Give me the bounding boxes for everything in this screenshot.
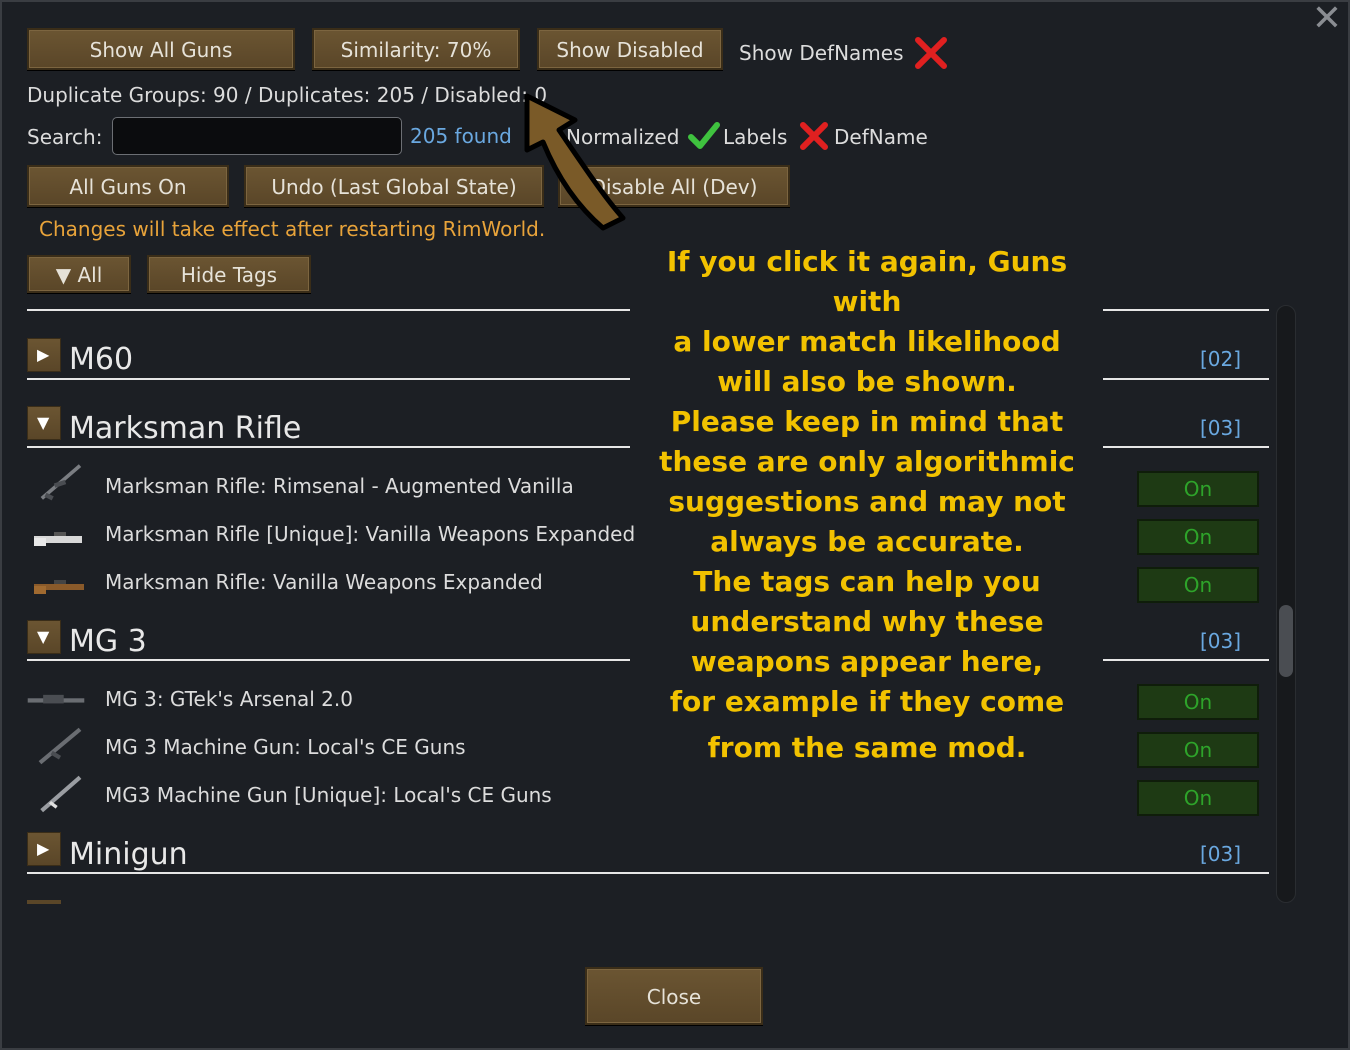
toggle-on-button[interactable]: On bbox=[1137, 471, 1259, 507]
defname-off-icon[interactable] bbox=[799, 121, 829, 151]
hide-tags-button[interactable]: Hide Tags bbox=[147, 255, 311, 293]
marksman-rifle-vwe-icon bbox=[34, 580, 84, 594]
mg3-gtek-icon bbox=[27, 694, 85, 704]
expand-toggle-minigun[interactable]: ▶ bbox=[27, 832, 61, 866]
annotation-text: If you click it again, Guns with a lower… bbox=[632, 242, 1102, 768]
annotation-arrow-icon bbox=[524, 93, 626, 231]
group-count-minigun: [03] bbox=[1200, 842, 1242, 866]
show-defnames-label: Show DefNames bbox=[739, 41, 904, 65]
close-button[interactable]: Close bbox=[585, 967, 763, 1025]
annotation-line: these are only algorithmic bbox=[659, 445, 1075, 478]
tag-filter-all-dropdown[interactable]: ▼ All bbox=[27, 255, 131, 293]
partial-toggle bbox=[27, 900, 61, 904]
group-count-m60: [02] bbox=[1200, 347, 1242, 371]
annotation-line: understand why these bbox=[690, 605, 1044, 638]
annotation-line: will also be shown. bbox=[717, 365, 1017, 398]
annotation-line: a lower match likelihood bbox=[673, 325, 1061, 358]
dropdown-triangle-icon: ▼ bbox=[55, 263, 78, 287]
all-guns-on-button[interactable]: All Guns On bbox=[27, 165, 229, 207]
undo-global-state-button[interactable]: Undo (Last Global State) bbox=[244, 165, 544, 207]
group-title-minigun: Minigun bbox=[69, 837, 188, 872]
item-label: MG 3: GTek's Arsenal 2.0 bbox=[105, 687, 353, 711]
collapse-triangle-icon: ▼ bbox=[37, 413, 50, 432]
marksman-rifle-unique-icon bbox=[34, 532, 82, 546]
expand-triangle-icon: ▶ bbox=[37, 345, 50, 364]
group-count-marksman-rifle: [03] bbox=[1200, 416, 1242, 440]
toggle-on-button[interactable]: On bbox=[1137, 732, 1259, 768]
item-label: MG3 Machine Gun [Unique]: Local's CE Gun… bbox=[105, 783, 552, 807]
stats-line: Duplicate Groups: 90 / Duplicates: 205 /… bbox=[27, 83, 548, 107]
annotation-line: from the same mod. bbox=[707, 731, 1027, 764]
similarity-button[interactable]: Similarity: 70% bbox=[312, 28, 520, 70]
group-title-m60: M60 bbox=[69, 342, 134, 377]
defname-label: DefName bbox=[834, 125, 928, 149]
show-all-guns-button[interactable]: Show All Guns bbox=[27, 28, 295, 70]
item-label: Marksman Rifle: Vanilla Weapons Expanded bbox=[105, 570, 543, 594]
list-scrollbar[interactable] bbox=[1276, 305, 1296, 903]
search-label: Search: bbox=[27, 125, 103, 149]
annotation-line: If you click it again, Guns with bbox=[666, 245, 1068, 318]
group-title-mg3: MG 3 bbox=[69, 624, 147, 659]
collapse-triangle-icon: ▼ bbox=[37, 627, 50, 646]
toggle-on-button[interactable]: On bbox=[1137, 567, 1259, 603]
show-disabled-button[interactable]: Show Disabled bbox=[537, 28, 723, 70]
annotation-line: always be accurate. bbox=[710, 525, 1024, 558]
close-window-icon[interactable]: ✕ bbox=[1310, 1, 1344, 37]
divider bbox=[27, 309, 630, 311]
labels-label: Labels bbox=[723, 125, 788, 149]
annotation-line: The tags can help you bbox=[693, 565, 1041, 598]
mg3-local-ce-icon bbox=[38, 727, 82, 765]
divider bbox=[1103, 378, 1269, 380]
marksman-rifle-rimsenal-icon bbox=[40, 464, 82, 501]
item-label: Marksman Rifle [Unique]: Vanilla Weapons… bbox=[105, 522, 636, 546]
group-count-mg3: [03] bbox=[1200, 629, 1242, 653]
collapse-toggle-marksman-rifle[interactable]: ▼ bbox=[27, 406, 61, 440]
divider bbox=[27, 378, 630, 380]
restart-notice: Changes will take effect after restartin… bbox=[39, 217, 546, 241]
annotation-line: weapons appear here, bbox=[690, 645, 1044, 678]
search-input[interactable] bbox=[112, 117, 402, 155]
divider bbox=[1103, 309, 1269, 311]
divider bbox=[27, 659, 630, 661]
annotation-line: suggestions and may not bbox=[668, 485, 1066, 518]
labels-check-icon[interactable] bbox=[688, 120, 720, 152]
scrollbar-thumb[interactable] bbox=[1279, 605, 1293, 677]
mg3-unique-local-ce-icon bbox=[40, 775, 82, 813]
tag-filter-label: All bbox=[77, 263, 103, 287]
divider bbox=[27, 446, 630, 448]
toggle-on-button[interactable]: On bbox=[1137, 684, 1259, 720]
toggle-on-button[interactable]: On bbox=[1137, 519, 1259, 555]
group-title-marksman-rifle: Marksman Rifle bbox=[69, 411, 302, 446]
expand-toggle-m60[interactable]: ▶ bbox=[27, 338, 61, 372]
divider bbox=[1103, 446, 1269, 448]
annotation-line: for example if they come bbox=[669, 685, 1065, 718]
divider bbox=[27, 872, 1269, 874]
found-count: 205 found bbox=[410, 124, 512, 148]
item-label: MG 3 Machine Gun: Local's CE Guns bbox=[105, 735, 466, 759]
expand-triangle-icon: ▶ bbox=[37, 839, 50, 858]
divider bbox=[1103, 659, 1269, 661]
defnames-off-icon[interactable] bbox=[914, 36, 948, 70]
annotation-line: Please keep in mind that bbox=[670, 405, 1064, 438]
item-label: Marksman Rifle: Rimsenal - Augmented Van… bbox=[105, 474, 574, 498]
collapse-toggle-mg3[interactable]: ▼ bbox=[27, 620, 61, 654]
toggle-on-button[interactable]: On bbox=[1137, 780, 1259, 816]
